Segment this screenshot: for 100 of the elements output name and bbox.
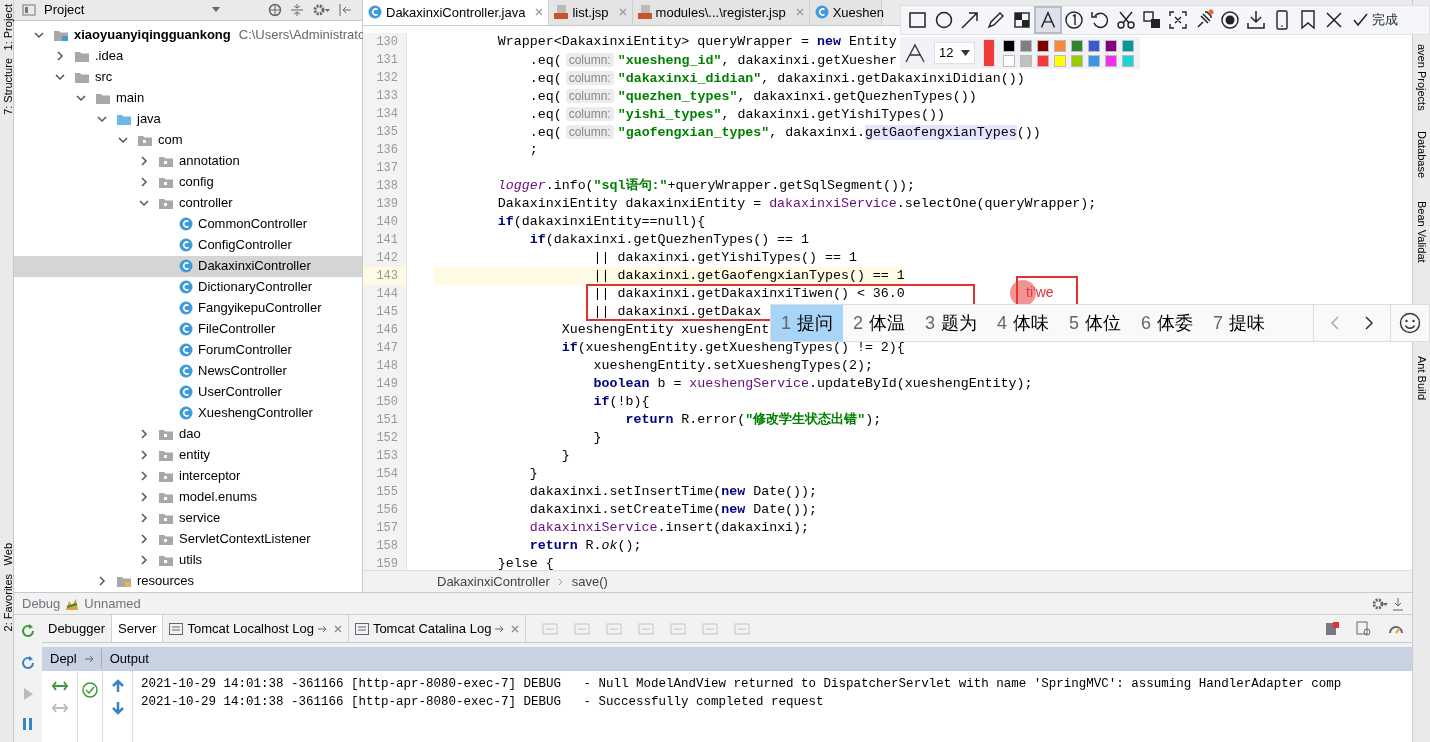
chevron-down-icon[interactable] (118, 135, 128, 145)
tool-window-tab[interactable]: 7: Structure (0, 54, 13, 120)
text-tool-icon[interactable] (1035, 7, 1061, 33)
tree-item[interactable]: UserController (14, 381, 362, 403)
panel-tab[interactable]: Tomcat Localhost Log (163, 615, 349, 642)
tool-window-tab[interactable]: Database (1413, 126, 1430, 182)
chevron-down-icon[interactable] (55, 72, 65, 82)
arrow-up-icon[interactable] (110, 679, 125, 693)
chevron-right-icon[interactable] (139, 471, 149, 481)
tree-item[interactable]: java (14, 108, 362, 130)
color-swatch[interactable] (1122, 54, 1134, 67)
color-swatch[interactable] (1003, 54, 1015, 67)
chevron-right-icon[interactable] (97, 576, 107, 586)
panel-tab[interactable]: Server (112, 615, 164, 642)
collapse-icon[interactable] (290, 2, 305, 17)
color-swatch[interactable] (1037, 54, 1049, 67)
candidate-item[interactable]: 3 题为 (915, 305, 988, 341)
tree-item[interactable]: .idea (14, 45, 362, 67)
chevron-right-icon[interactable] (139, 492, 149, 502)
editor-tab[interactable]: Xueshen (809, 0, 882, 25)
candidate-item[interactable]: 4 体味 (987, 305, 1060, 341)
crosshair-icon[interactable] (268, 2, 283, 17)
color-swatch[interactable] (1037, 39, 1049, 52)
candidate-item[interactable]: 1 提问 (771, 305, 843, 341)
tree-item[interactable]: resources (14, 570, 362, 592)
tree-item[interactable]: CommonController (14, 213, 362, 235)
candidate-item[interactable]: 7 提味 (1203, 305, 1276, 341)
candidate-item[interactable]: 5 体位 (1059, 305, 1132, 341)
tree-item[interactable]: utils (14, 549, 362, 571)
color-swatch[interactable] (1071, 54, 1083, 67)
dropdown-caret-icon[interactable] (212, 7, 221, 13)
chevron-right-icon[interactable] (139, 177, 149, 187)
color-swatch[interactable] (1020, 54, 1032, 67)
tree-item[interactable]: FangyikepuController (14, 297, 362, 319)
chevron-right-icon[interactable] (55, 51, 65, 61)
tool-window-tab[interactable]: Bean Validat (1413, 196, 1430, 267)
panel-tab[interactable]: Tomcat Catalina Log (348, 615, 527, 642)
tree-item[interactable]: annotation (14, 150, 362, 172)
tool-window-tab[interactable]: 2: Favorites (0, 569, 13, 636)
tree-item[interactable]: FileController (14, 318, 362, 340)
smiley-icon[interactable] (1399, 312, 1421, 334)
color-swatch[interactable] (1003, 39, 1015, 52)
refresh-icon[interactable] (20, 655, 36, 671)
settings-icon[interactable] (1372, 596, 1388, 611)
hide-panel-icon[interactable] (338, 2, 353, 17)
editor-tab[interactable]: modules\...\register.jsp (632, 0, 810, 25)
tree-item[interactable]: model.enums (14, 486, 362, 508)
chevron-down-icon[interactable] (76, 93, 86, 103)
tree-item[interactable]: NewsController (14, 360, 362, 382)
color-swatch[interactable] (1122, 39, 1134, 52)
tree-item[interactable]: entity (14, 444, 362, 466)
minimize-icon[interactable] (1392, 596, 1404, 611)
chevron-right-icon[interactable] (139, 555, 149, 565)
panel-title[interactable]: Project (44, 0, 85, 20)
chevron-right-icon[interactable] (1364, 315, 1374, 331)
tree-item[interactable]: src (14, 66, 362, 88)
settings-icon[interactable] (312, 2, 331, 17)
breadcrumb-item[interactable]: DakaxinxiController (437, 571, 550, 592)
chevron-down-icon[interactable] (97, 114, 107, 124)
chevron-right-icon[interactable] (139, 513, 149, 523)
editor-tab[interactable]: DakaxinxiController.java (363, 0, 550, 25)
current-color-swatch[interactable] (983, 39, 995, 67)
tree-item[interactable]: main (14, 87, 362, 109)
chevron-right-icon[interactable] (139, 450, 149, 460)
candidate-item[interactable]: 2 体温 (843, 305, 916, 341)
color-swatch[interactable] (1020, 39, 1032, 52)
tree-item[interactable]: controller (14, 192, 362, 214)
tool-window-tab[interactable]: aven Projects (1413, 40, 1430, 115)
chevron-right-icon[interactable] (139, 429, 149, 439)
tree-item[interactable]: xiaoyuanyiqingguankong C:\Users\Administrator\D (14, 24, 362, 46)
color-swatch[interactable] (1071, 39, 1083, 52)
tree-item[interactable]: ForumController (14, 339, 362, 361)
color-swatch[interactable] (1054, 54, 1066, 67)
tree-item[interactable]: config (14, 171, 362, 193)
tool-window-tab[interactable]: 1: Project (0, 0, 13, 55)
color-swatch[interactable] (1105, 39, 1117, 52)
font-size-dropdown[interactable]: 12 (934, 42, 976, 64)
chevron-down-icon[interactable] (34, 30, 44, 40)
rerun-icon[interactable] (20, 623, 36, 639)
chevron-right-icon[interactable] (139, 534, 149, 544)
arrow-down-icon[interactable] (110, 701, 125, 715)
editor-tab[interactable]: list.jsp (549, 0, 633, 25)
tree-item[interactable]: DakaxinxiController (14, 255, 362, 277)
tree-item[interactable]: ConfigController (14, 234, 362, 256)
tree-item[interactable]: DictionaryController (14, 276, 362, 298)
color-swatch[interactable] (1088, 39, 1100, 52)
tool-window-tab[interactable]: Ant Build (1413, 352, 1430, 405)
color-swatch[interactable] (1105, 54, 1117, 67)
color-swatch[interactable] (1054, 39, 1066, 52)
tree-item[interactable]: dao (14, 423, 362, 445)
candidate-item[interactable]: 6 体委 (1131, 305, 1204, 341)
breadcrumb-item[interactable]: save() (571, 571, 608, 592)
tree-item[interactable]: interceptor (14, 465, 362, 487)
done-button[interactable]: 完成 (1351, 9, 1399, 31)
pause-icon[interactable] (21, 717, 35, 731)
tool-window-tab[interactable]: Web (0, 539, 13, 570)
chevron-right-icon[interactable] (139, 156, 149, 166)
color-swatch[interactable] (1088, 54, 1100, 67)
tree-item[interactable]: XueshengController (14, 402, 362, 424)
tree-item[interactable]: ServletContextListener (14, 528, 362, 550)
